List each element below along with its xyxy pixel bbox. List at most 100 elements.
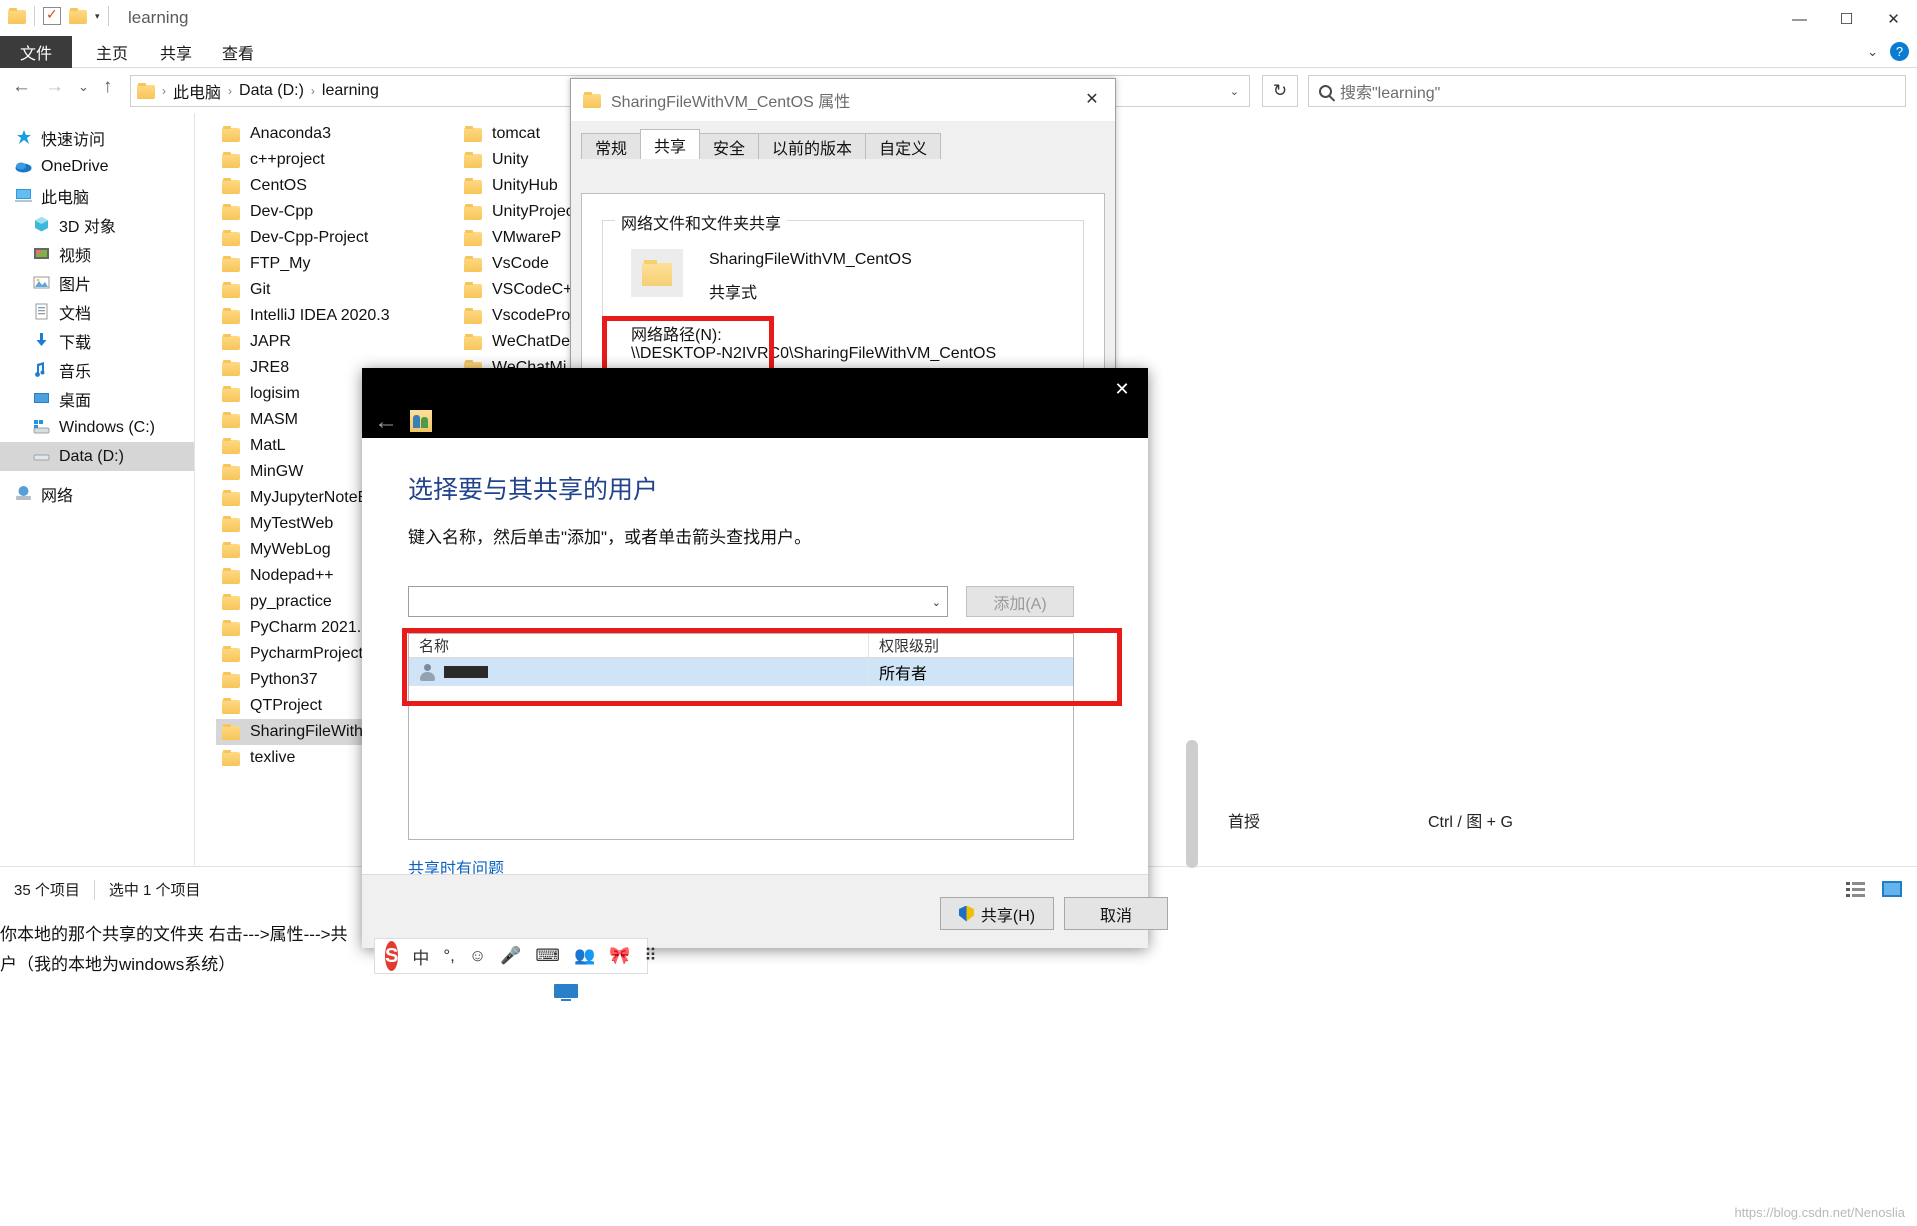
sidebar-item-documents[interactable]: 文档 — [0, 297, 194, 326]
file-row[interactable]: Dev-Cpp — [216, 199, 446, 225]
folder-icon — [222, 594, 240, 610]
breadcrumb-this-pc[interactable]: 此电脑 — [173, 79, 221, 103]
tab-file[interactable]: 文件 — [0, 36, 72, 68]
sidebar-item-windows-c[interactable]: Windows (C:) — [0, 413, 194, 442]
sidebar-item-desktop[interactable]: 桌面 — [0, 384, 194, 413]
breadcrumb-separator: › — [162, 84, 166, 98]
folder-icon — [137, 83, 155, 99]
properties-icon[interactable] — [43, 6, 61, 25]
back-icon[interactable]: ← — [374, 408, 398, 436]
sidebar-item-pictures[interactable]: 图片 — [0, 268, 194, 297]
details-view-icon[interactable] — [1845, 879, 1867, 899]
tab-sharing[interactable]: 共享 — [640, 129, 701, 159]
ime-toolbox-icon[interactable]: ⠿ — [644, 946, 656, 966]
up-button[interactable]: ↑ — [103, 76, 113, 98]
table-row[interactable]: 所有者 — [409, 658, 1073, 686]
sidebar-item-quick-access[interactable]: 快速访问 — [0, 123, 194, 152]
file-row[interactable]: JAPR — [216, 329, 446, 355]
user-combo-box[interactable]: ⌄ — [408, 586, 948, 617]
file-name: Anaconda3 — [250, 125, 331, 142]
ime-toolbar: S 中 °, ☺ 🎤 ⌨ 👥 🎀 ⠿ — [374, 938, 657, 974]
tab-share[interactable]: 共享 — [142, 36, 210, 68]
file-row[interactable]: CentOS — [216, 173, 446, 199]
sidebar-item-onedrive[interactable]: OneDrive — [0, 152, 194, 181]
help-icon[interactable]: ? — [1890, 42, 1909, 61]
chevron-down-icon[interactable]: ⌄ — [1230, 85, 1239, 98]
sogou-logo-icon[interactable]: S — [385, 941, 399, 971]
tab-general[interactable]: 常规 — [581, 133, 642, 159]
sidebar-item-music[interactable]: 音乐 — [0, 355, 194, 384]
ime-emoji-icon[interactable]: ☺ — [469, 946, 486, 966]
tab-home[interactable]: 主页 — [78, 36, 146, 68]
divider — [107, 6, 109, 26]
sidebar-item-label: 图片 — [59, 276, 92, 294]
sidebar-item-label: OneDrive — [41, 157, 109, 175]
ime-keyboard-icon[interactable]: ⌨ — [535, 946, 560, 966]
sidebar-item-downloads[interactable]: 下载 — [0, 326, 194, 355]
sidebar-item-videos[interactable]: 视频 — [0, 239, 194, 268]
file-row[interactable]: c++project — [216, 147, 446, 173]
folder-icon — [464, 282, 482, 298]
large-icons-view-icon[interactable] — [1881, 879, 1903, 899]
redacted-username — [444, 666, 488, 678]
sidebar-item-network[interactable]: 网络 — [0, 479, 194, 508]
ime-punctuation-icon[interactable]: °, — [443, 946, 455, 966]
add-button[interactable]: 添加(A) — [966, 586, 1074, 617]
back-button[interactable]: ← — [12, 76, 31, 98]
file-name: JAPR — [250, 333, 291, 350]
minimize-button[interactable]: — — [1776, 0, 1823, 38]
forward-button[interactable]: → — [45, 76, 64, 98]
breadcrumb-data-d[interactable]: Data (D:) — [239, 82, 304, 100]
file-row[interactable]: Dev-Cpp-Project — [216, 225, 446, 251]
download-icon — [32, 331, 51, 350]
tab-view[interactable]: 查看 — [204, 36, 272, 68]
ime-voice-icon[interactable]: 🎤 — [500, 946, 521, 966]
file-name: MASM — [250, 411, 298, 428]
sidebar-item-label: 快速访问 — [41, 131, 106, 149]
search-placeholder: 搜索"learning" — [1340, 85, 1441, 102]
wizard-footer: 共享(H) 取消 — [362, 874, 1168, 948]
wizard-description: 键入名称，然后单击"添加"，或者单击箭头查找用户。 — [408, 528, 812, 547]
sidebar-item-3d-objects[interactable]: 3D 对象 — [0, 210, 194, 239]
refresh-button[interactable]: ↻ — [1262, 75, 1298, 107]
sidebar-item-data-d[interactable]: Data (D:) — [0, 442, 194, 471]
share-state: 共享式 — [709, 285, 758, 302]
breadcrumb-learning[interactable]: learning — [322, 82, 379, 100]
cancel-button[interactable]: 取消 — [1064, 897, 1168, 930]
scrollbar-thumb[interactable] — [1186, 740, 1198, 868]
new-folder-icon[interactable] — [69, 8, 87, 24]
permissions-table: 名称 权限级别 所有者 — [408, 633, 1074, 840]
tab-customize[interactable]: 自定义 — [865, 133, 942, 159]
folder-icon — [222, 204, 240, 220]
ime-skin-icon[interactable]: 🎀 — [609, 946, 630, 966]
chevron-down-icon[interactable]: ⌄ — [932, 596, 941, 609]
network-path-value: \\DESKTOP-N2IVRC0\SharingFileWithVM_Cent… — [631, 345, 997, 362]
chevron-down-icon[interactable]: ▾ — [95, 11, 100, 22]
file-name: JRE8 — [250, 359, 290, 376]
properties-title-bar: SharingFileWithVM_CentOS 属性 ✕ — [571, 79, 1115, 121]
recent-locations-icon[interactable]: ⌄ — [78, 79, 89, 95]
ime-account-icon[interactable]: 👥 — [574, 946, 595, 966]
close-icon[interactable]: ✕ — [1102, 374, 1142, 404]
share-confirm-button[interactable]: 共享(H) — [940, 897, 1054, 930]
sidebar-item-label: 下载 — [59, 334, 92, 352]
file-row[interactable]: FTP_My — [216, 251, 446, 277]
folder-icon — [222, 568, 240, 584]
chevron-down-icon[interactable]: ⌄ — [1867, 44, 1878, 60]
sidebar-item-this-pc[interactable]: 此电脑 — [0, 181, 194, 210]
folder-icon — [222, 646, 240, 662]
close-button[interactable]: ✕ — [1870, 0, 1917, 38]
ime-chinese-mode-icon[interactable]: 中 — [412, 944, 429, 969]
file-row[interactable]: Anaconda3 — [216, 121, 446, 147]
folder-icon[interactable] — [8, 8, 26, 24]
close-icon[interactable]: ✕ — [1069, 79, 1115, 119]
search-box[interactable]: 搜索"learning" — [1308, 75, 1906, 107]
file-name: SharingFileWithV — [250, 723, 374, 740]
file-row[interactable]: IntelliJ IDEA 2020.3 — [216, 303, 446, 329]
file-row[interactable]: Git — [216, 277, 446, 303]
file-name: VsCode — [492, 255, 549, 272]
tab-security[interactable]: 安全 — [699, 133, 760, 159]
tab-previous-versions[interactable]: 以前的版本 — [758, 133, 867, 159]
annotation-line-2: 户（我的本地为windows系统） — [0, 955, 236, 974]
maximize-button[interactable]: ☐ — [1823, 0, 1870, 38]
